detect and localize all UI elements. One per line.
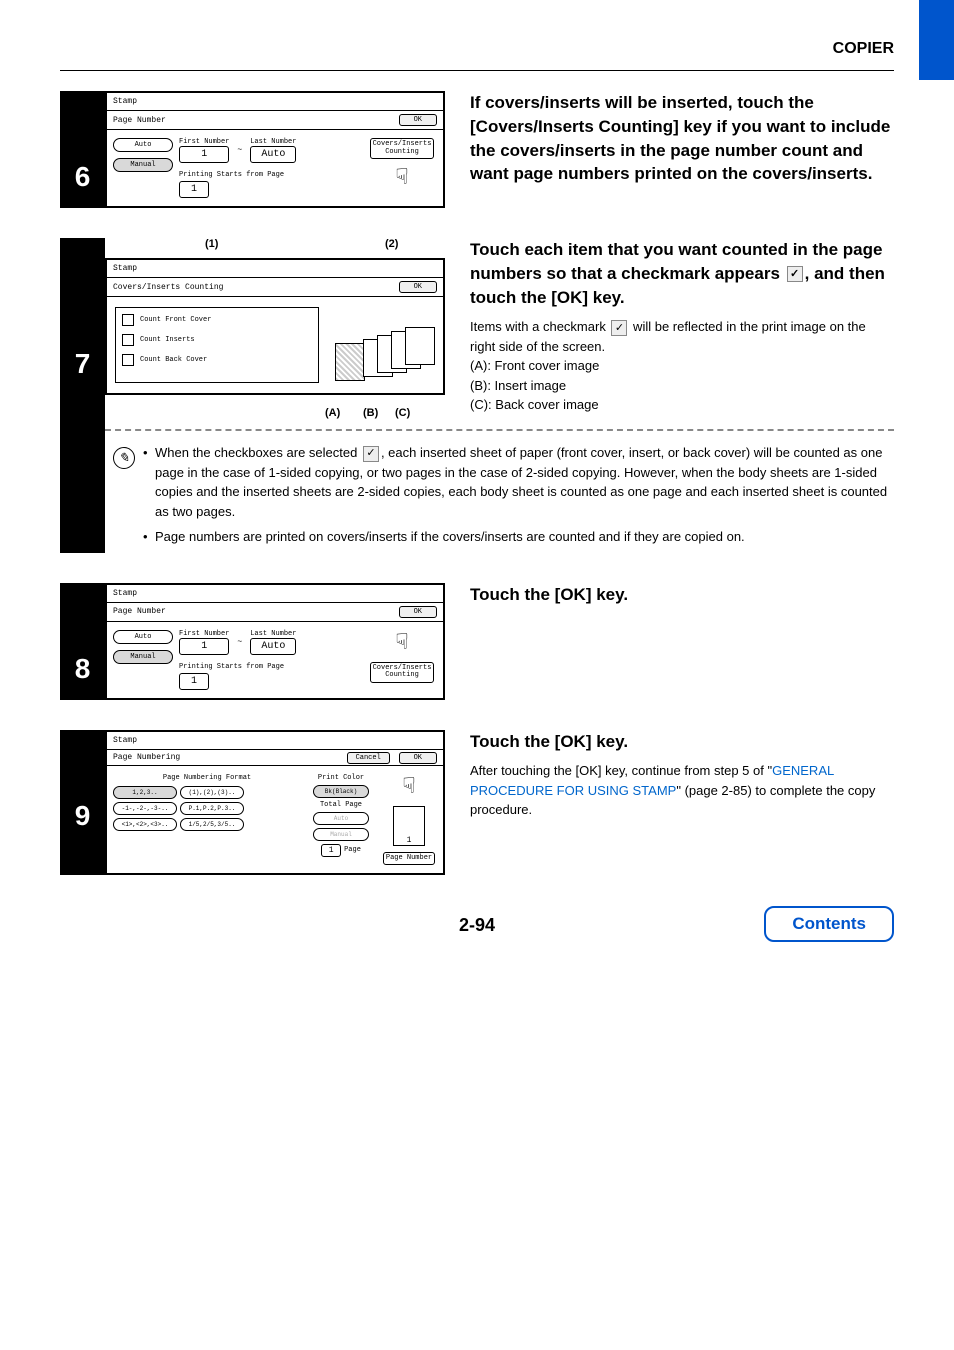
step9-instruction: Touch the [OK] key.: [470, 730, 894, 754]
panel8-last-lbl: Last Number: [250, 630, 296, 638]
panel7-preview: [327, 305, 437, 385]
panel6-starts-lbl: Printing Starts from Page: [179, 171, 361, 179]
panel9-subtitle: Page Numbering: [113, 753, 180, 762]
chk-inserts-lbl: Count Inserts: [140, 336, 195, 344]
fmt-btn-4[interactable]: <1>,<2>,<3>..: [113, 818, 177, 831]
step-number-9: 9: [60, 730, 105, 876]
section-header: COPIER: [0, 20, 954, 68]
panel9-printcolor-lbl: Print Color: [318, 774, 364, 782]
checkmark-icon: ✓: [611, 320, 627, 336]
panel7-subtitle: Covers/Inserts Counting: [113, 283, 223, 292]
panel-step7: Stamp Covers/Inserts Counting OK Count F…: [105, 258, 445, 395]
checkmark-icon: ✓: [363, 446, 379, 462]
panel8-auto-btn[interactable]: Auto: [113, 630, 173, 644]
panel8-first-lbl: First Number: [179, 630, 229, 638]
panel8-ok[interactable]: OK: [399, 606, 437, 618]
edge-tab: [919, 0, 954, 80]
panel9-ok[interactable]: OK: [399, 752, 437, 764]
contents-button[interactable]: Contents: [764, 906, 894, 942]
panel9-pn-btn[interactable]: Page Number: [383, 852, 435, 866]
panel6-auto-val[interactable]: Auto: [250, 146, 296, 163]
panel9-printcolor-val[interactable]: Bk(Black): [313, 785, 369, 798]
fmt-btn-1[interactable]: (1),(2),(3)..: [180, 786, 244, 799]
panel9-preview: 1: [393, 806, 425, 846]
panel9-page-lbl: Page: [344, 846, 361, 854]
panel8-auto-val[interactable]: Auto: [250, 638, 296, 655]
step7-body: Items with a checkmark ✓ will be reflect…: [470, 317, 894, 415]
chk-inserts[interactable]: [122, 334, 134, 346]
panel9-page-val[interactable]: 1: [321, 844, 341, 857]
panel9-format-lbl: Page Numbering Format: [113, 774, 301, 782]
fmt-btn-2[interactable]: -1-,-2-,-3-..: [113, 802, 177, 815]
panel7-checklist: Count Front Cover Count Inserts Count Ba…: [115, 307, 319, 383]
chk-back-cover[interactable]: [122, 354, 134, 366]
panel6-covers-btn[interactable]: Covers/Inserts Counting: [370, 138, 435, 159]
panel8-tilde: ~: [237, 638, 242, 647]
panel9-format-grid: 1,2,3.. (1),(2),(3).. -1-,-2-,-3-.. P.1,…: [113, 786, 301, 831]
panel9-total-auto[interactable]: Auto: [313, 812, 369, 825]
callout-2: (2): [385, 238, 398, 250]
panel8-first-val[interactable]: 1: [179, 638, 229, 655]
panel8-covers-btn[interactable]: Covers/Inserts Counting: [370, 662, 435, 683]
step7-notes: When the checkboxes are selected ✓, each…: [143, 443, 894, 553]
panel-step8: Stamp Page Number OK Auto Manual First N…: [105, 583, 445, 700]
note-icon: ✎: [113, 447, 135, 469]
panel6-first-lbl: First Number: [179, 138, 229, 146]
panel8-subtitle: Page Number: [113, 607, 166, 616]
step9-body: After touching the [OK] key, continue fr…: [470, 761, 894, 820]
panel8-manual-btn[interactable]: Manual: [113, 650, 173, 664]
step8-instruction: Touch the [OK] key.: [470, 583, 894, 607]
panel7-title: Stamp: [107, 260, 443, 278]
panel8-starts-val[interactable]: 1: [179, 673, 209, 690]
panel6-first-val[interactable]: 1: [179, 146, 229, 163]
touch-hand-icon: ☟: [402, 774, 415, 800]
callout-1: (1): [205, 238, 218, 250]
callout-A: (A): [325, 407, 340, 419]
panel9-total-lbl: Total Page: [320, 801, 362, 809]
panel6-title: Stamp: [107, 93, 443, 111]
page-number: 2-94: [459, 915, 495, 935]
fmt-btn-0[interactable]: 1,2,3..: [113, 786, 177, 799]
chk-front-cover[interactable]: [122, 314, 134, 326]
panel9-title: Stamp: [107, 732, 443, 750]
panel8-title: Stamp: [107, 585, 443, 603]
touch-hand-icon: ☟: [395, 165, 408, 191]
fmt-btn-3[interactable]: P.1,P.2,P.3..: [180, 802, 244, 815]
panel9-cancel[interactable]: Cancel: [347, 752, 390, 764]
callout-C: (C): [395, 407, 410, 419]
chk-front-cover-lbl: Count Front Cover: [140, 316, 211, 324]
panel8-starts-lbl: Printing Starts from Page: [179, 663, 361, 671]
panel6-subtitle: Page Number: [113, 116, 166, 125]
panel6-tilde: ~: [237, 146, 242, 155]
panel7-ok[interactable]: OK: [399, 281, 437, 293]
fmt-btn-5[interactable]: 1/5,2/5,3/5..: [180, 818, 244, 831]
panel6-manual-btn[interactable]: Manual: [113, 158, 173, 172]
panel-step6: Stamp Page Number OK Auto Manual First N…: [105, 91, 445, 208]
panel-step9: Stamp Page Numbering Cancel OK Page Numb…: [105, 730, 445, 876]
step6-instruction: If covers/inserts will be inserted, touc…: [470, 91, 894, 186]
step-number-7: 7: [60, 238, 105, 419]
checkmark-icon: ✓: [787, 266, 803, 282]
step-number-6: 6: [60, 91, 105, 208]
chk-back-cover-lbl: Count Back Cover: [140, 356, 207, 364]
panel6-starts-val[interactable]: 1: [179, 181, 209, 198]
dashed-separator: [105, 429, 894, 431]
header-rule: [60, 70, 894, 71]
panel6-ok[interactable]: OK: [399, 114, 437, 126]
step-number-8: 8: [60, 583, 105, 700]
panel6-last-lbl: Last Number: [250, 138, 296, 146]
step7-instruction: Touch each item that you want counted in…: [470, 238, 894, 309]
panel6-auto-btn[interactable]: Auto: [113, 138, 173, 152]
panel9-total-manual[interactable]: Manual: [313, 828, 369, 841]
touch-hand-icon: ☟: [395, 630, 408, 656]
callout-B: (B): [363, 407, 378, 419]
